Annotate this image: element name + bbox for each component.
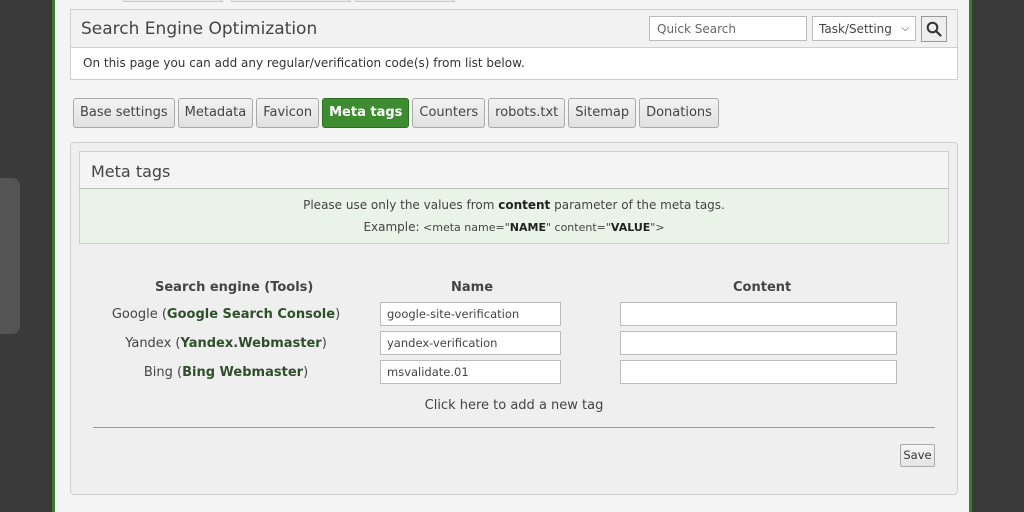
page-description: On this page you can add any regular/ver… bbox=[83, 56, 525, 70]
chevron-down-icon: ⌵ bbox=[901, 23, 909, 34]
meta-tags-panel: Meta tags Please use only the values fro… bbox=[70, 142, 958, 495]
search-button[interactable] bbox=[921, 16, 947, 42]
column-header-name: Name bbox=[451, 280, 494, 295]
tag-name-input[interactable]: msvalidate.01 bbox=[380, 360, 561, 384]
task-setting-select[interactable]: Task/Setting ⌵ bbox=[812, 16, 916, 41]
tab-counters[interactable]: Counters bbox=[412, 98, 486, 128]
tag-content-input[interactable] bbox=[620, 302, 897, 326]
tab-robots-txt[interactable]: robots.txt bbox=[488, 98, 566, 128]
engine-label-bing: Bing (Bing Webmaster) bbox=[143, 365, 309, 380]
side-handle[interactable] bbox=[0, 178, 20, 334]
tab-bar: Base settings Metadata Favicon Meta tags… bbox=[73, 98, 719, 128]
tag-content-input[interactable] bbox=[620, 360, 897, 384]
quick-search-input[interactable] bbox=[649, 16, 807, 41]
meta-tags-header: Meta tags bbox=[79, 151, 949, 189]
seo-header-panel: Search Engine Optimization Task/Setting … bbox=[70, 9, 958, 80]
divider bbox=[93, 427, 935, 428]
tab-sitemap[interactable]: Sitemap bbox=[568, 98, 637, 128]
page-title: Search Engine Optimization bbox=[81, 19, 318, 39]
save-button[interactable]: Save bbox=[900, 444, 935, 467]
engine-label-google: Google (Google Search Console) bbox=[111, 307, 341, 322]
column-header-content: Content bbox=[733, 280, 792, 295]
tag-content-input[interactable] bbox=[620, 331, 897, 355]
column-header-engine: Search engine (Tools) bbox=[155, 280, 314, 295]
tag-name-input[interactable]: google-site-verification bbox=[380, 302, 561, 326]
info-box: Please use only the values from content … bbox=[79, 189, 949, 244]
top-tab-stub[interactable] bbox=[123, 0, 223, 2]
page-container: Search Engine Optimization Task/Setting … bbox=[52, 0, 972, 512]
tab-base-settings[interactable]: Base settings bbox=[73, 98, 175, 128]
tab-metadata[interactable]: Metadata bbox=[177, 98, 254, 128]
example-text: Example: <meta name="NAME" content="VALU… bbox=[363, 220, 665, 234]
top-tab-stub[interactable] bbox=[355, 0, 455, 2]
info-text: Please use only the values from content … bbox=[303, 198, 725, 212]
header-bar: Search Engine Optimization Task/Setting … bbox=[71, 10, 957, 48]
top-tab-stub[interactable] bbox=[231, 0, 351, 2]
tab-meta-tags[interactable]: Meta tags bbox=[322, 98, 410, 128]
tag-name-input[interactable]: yandex-verification bbox=[380, 331, 561, 355]
tab-favicon[interactable]: Favicon bbox=[256, 98, 320, 128]
engine-label-yandex: Yandex (Yandex.Webmaster) bbox=[125, 336, 327, 351]
section-title: Meta tags bbox=[91, 162, 171, 181]
add-tag-link[interactable]: Click here to add a new tag bbox=[71, 398, 957, 413]
tab-donations[interactable]: Donations bbox=[639, 98, 719, 128]
select-value: Task/Setting bbox=[819, 21, 892, 36]
magnifier-icon bbox=[926, 21, 942, 37]
